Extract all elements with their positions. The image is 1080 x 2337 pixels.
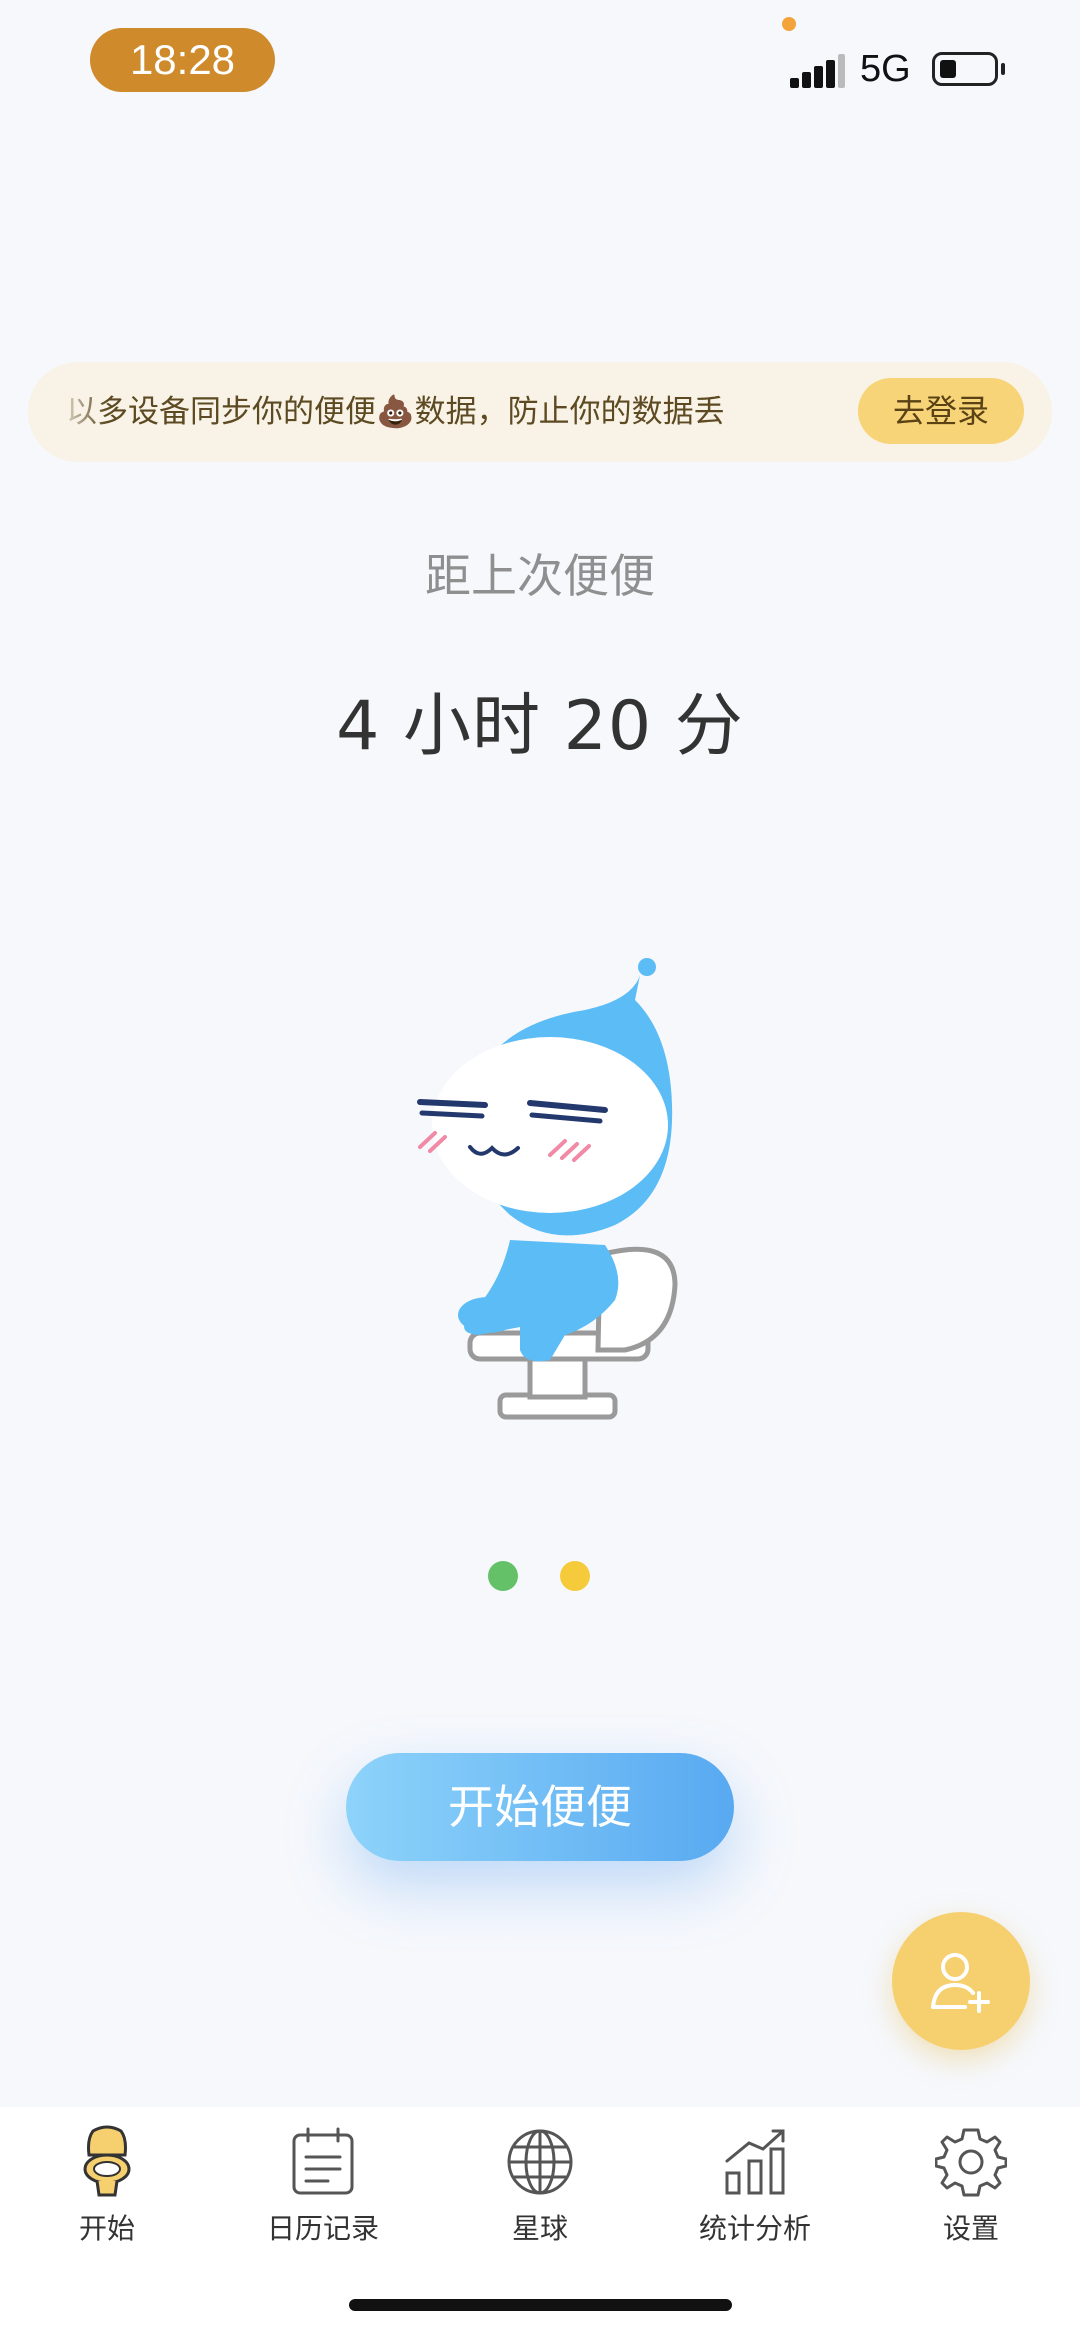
add-user-icon — [931, 1953, 990, 2013]
elapsed-time: 4 小时 20 分 — [336, 687, 744, 766]
toilet-icon — [83, 2125, 131, 2197]
banner-text: 以多设备同步你的便便💩数据，防止你的数据丢 — [66, 394, 725, 430]
login-button[interactable]: 去登录 — [858, 378, 1024, 444]
network-type: 5G — [860, 48, 911, 90]
tab-label: 日历记录 — [266, 2212, 379, 2245]
chart-icon — [725, 2129, 785, 2195]
signal-icon — [790, 54, 845, 88]
tab-label: 设置 — [942, 2212, 999, 2245]
since-last-label: 距上次便便 — [425, 549, 655, 603]
add-user-button[interactable] — [892, 1912, 1030, 2050]
sync-banner: 以多设备同步你的便便💩数据，防止你的数据丢 去登录 — [28, 362, 1052, 462]
home-indicator[interactable] — [349, 2299, 732, 2311]
tab-calendar[interactable]: 日历记录 — [233, 2125, 413, 2265]
globe-icon — [507, 2129, 573, 2195]
mascot-on-toilet-illustration — [417, 958, 678, 1420]
carousel-dots — [488, 1561, 598, 1591]
tab-label: 统计分析 — [698, 2212, 811, 2245]
tab-start[interactable]: 开始 — [17, 2125, 197, 2265]
calendar-icon — [292, 2127, 354, 2195]
carousel-dot-1[interactable] — [488, 1561, 518, 1591]
tab-label: 开始 — [78, 2212, 135, 2245]
status-time: 18:28 — [90, 28, 275, 92]
tab-settings[interactable]: 设置 — [881, 2125, 1061, 2265]
tab-label: 星球 — [511, 2212, 568, 2245]
carousel-dot-2[interactable] — [560, 1561, 590, 1591]
start-button[interactable]: 开始便便 — [346, 1753, 734, 1861]
gear-icon — [935, 2128, 1007, 2197]
battery-tip — [1001, 63, 1005, 75]
battery-icon — [932, 52, 998, 86]
tab-planet[interactable]: 星球 — [450, 2125, 630, 2265]
tab-statistics[interactable]: 统计分析 — [665, 2125, 845, 2265]
privacy-indicator-dot — [782, 17, 796, 31]
